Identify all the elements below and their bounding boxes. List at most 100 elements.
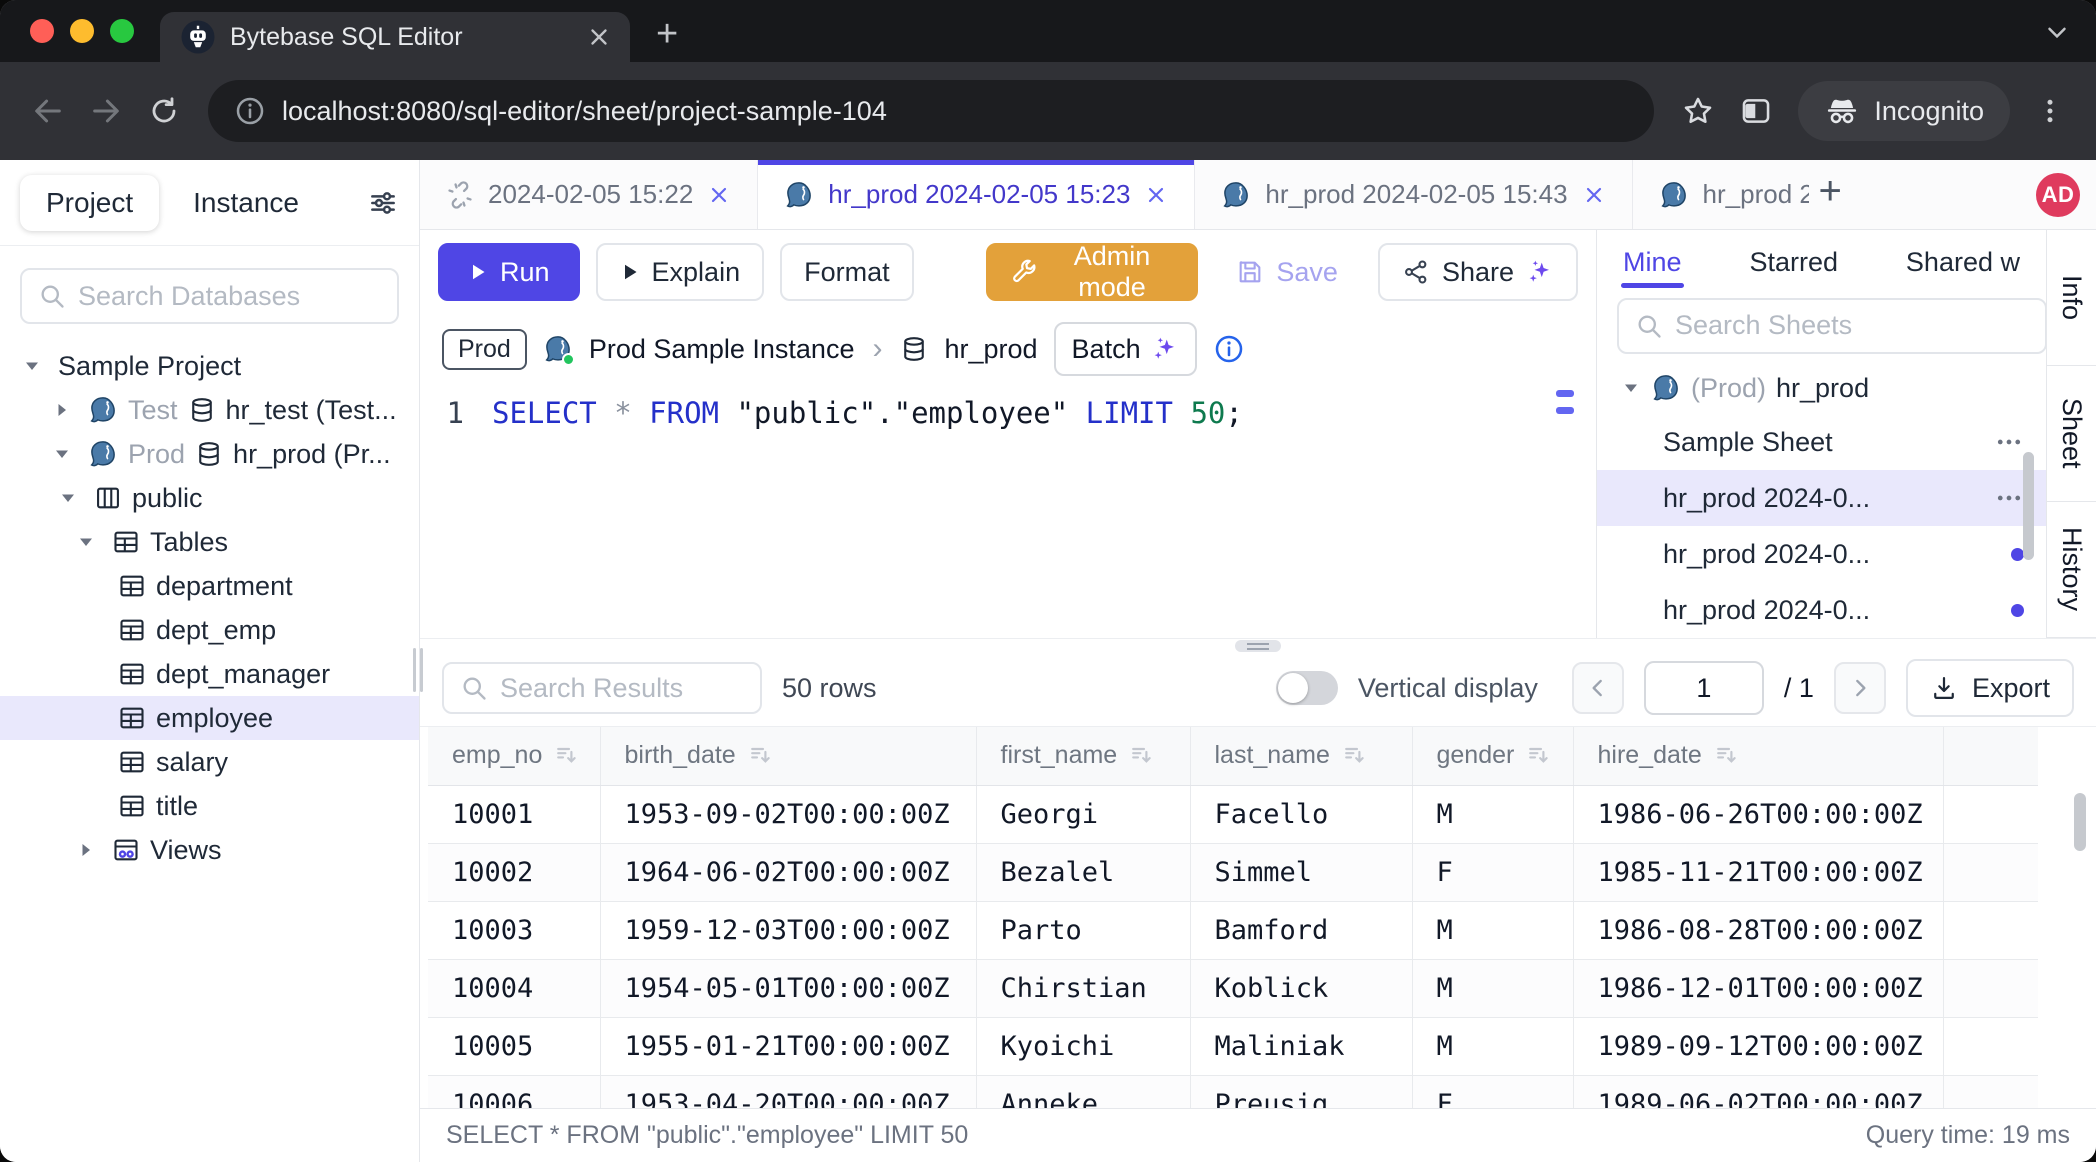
table-cell[interactable]: 10005 <box>428 1017 600 1075</box>
editor-tab[interactable]: 2024-02-05 15:22 <box>420 160 758 229</box>
sidebar-table-title[interactable]: title <box>0 784 419 828</box>
url-text[interactable]: localhost:8080/sql-editor/sheet/project-… <box>282 96 887 127</box>
ellipsis-menu-icon[interactable] <box>1994 483 2024 513</box>
editor-tab[interactable]: hr_prod 2024-02-05 15:23 <box>758 160 1195 229</box>
sheet-search[interactable] <box>1617 298 2046 354</box>
table-row[interactable]: 100031959-12-03T00:00:00ZPartoBamfordM19… <box>428 901 2038 959</box>
page-info-icon[interactable] <box>234 95 266 127</box>
column-header-last_name[interactable]: last_name <box>1190 727 1412 785</box>
batch-button[interactable]: Batch <box>1054 322 1197 376</box>
table-cell[interactable]: Bamford <box>1190 901 1412 959</box>
address-bar[interactable]: localhost:8080/sql-editor/sheet/project-… <box>208 80 1654 142</box>
sql-code[interactable]: SELECT * FROM "public"."employee" LIMIT … <box>492 396 1243 430</box>
results-search[interactable] <box>442 662 762 714</box>
browser-menu-icon[interactable] <box>2028 96 2072 126</box>
table-cell[interactable]: 1953-09-02T00:00:00Z <box>600 785 976 843</box>
tab-mine[interactable]: Mine <box>1621 237 1684 288</box>
prev-page-button[interactable] <box>1572 662 1624 714</box>
table-cell[interactable]: Parto <box>976 901 1190 959</box>
sort-icon[interactable] <box>1342 743 1366 767</box>
table-cell[interactable]: 1986-08-28T00:00:00Z <box>1573 901 1943 959</box>
sort-icon[interactable] <box>748 743 772 767</box>
table-cell[interactable]: Anneke <box>976 1075 1190 1108</box>
tree-database-test[interactable]: Test hr_test (Test... <box>0 388 419 432</box>
splitter-handle[interactable] <box>1235 640 1281 652</box>
forward-button[interactable] <box>82 87 130 135</box>
sidebar-table-dept_manager[interactable]: dept_manager <box>0 652 419 696</box>
table-cell[interactable]: M <box>1412 785 1573 843</box>
instance-name[interactable]: Prod Sample Instance <box>589 334 855 365</box>
results-scrollbar[interactable] <box>2074 793 2086 851</box>
column-header-first_name[interactable]: first_name <box>976 727 1190 785</box>
caret-right-icon[interactable] <box>52 400 78 420</box>
caret-down-icon[interactable] <box>76 532 102 552</box>
sidebar-table-department[interactable]: department <box>0 564 419 608</box>
table-cell[interactable]: M <box>1412 959 1573 1017</box>
tree-project-row[interactable]: Sample Project <box>0 344 419 388</box>
sort-icon[interactable] <box>1714 743 1738 767</box>
table-cell[interactable]: F <box>1412 843 1573 901</box>
close-window-button[interactable] <box>30 19 54 43</box>
sql-editor[interactable]: 1 SELECT * FROM "public"."employee" LIMI… <box>420 384 1596 638</box>
table-cell[interactable]: 10006 <box>428 1075 600 1108</box>
tree-tables-group[interactable]: Tables <box>0 520 419 564</box>
sheet-group[interactable]: (Prod) hr_prod <box>1597 362 2046 414</box>
side-panel-icon[interactable] <box>1732 87 1780 135</box>
table-cell[interactable]: 1989-09-12T00:00:00Z <box>1573 1017 1943 1075</box>
column-header-birth_date[interactable]: birth_date <box>600 727 976 785</box>
table-cell[interactable]: 10004 <box>428 959 600 1017</box>
close-tab-icon[interactable] <box>707 182 731 208</box>
table-cell[interactable]: Kyoichi <box>976 1017 1190 1075</box>
caret-down-icon[interactable] <box>52 444 78 464</box>
vertical-display-toggle[interactable] <box>1276 671 1338 705</box>
sheet-search-input[interactable] <box>1675 310 2029 341</box>
sidebar-table-dept_emp[interactable]: dept_emp <box>0 608 419 652</box>
caret-down-icon[interactable] <box>22 356 48 376</box>
rail-tab-info[interactable]: Info <box>2047 230 2096 366</box>
rail-tab-history[interactable]: History <box>2047 502 2096 638</box>
tree-schema-public[interactable]: public <box>0 476 419 520</box>
database-name[interactable]: hr_prod <box>944 334 1037 365</box>
close-tab-icon[interactable] <box>1582 182 1606 208</box>
table-cell[interactable]: 1954-05-01T00:00:00Z <box>600 959 976 1017</box>
table-cell[interactable]: 10001 <box>428 785 600 843</box>
table-cell[interactable]: 1959-12-03T00:00:00Z <box>600 901 976 959</box>
sort-icon[interactable] <box>1526 743 1550 767</box>
format-button[interactable]: Format <box>780 243 914 301</box>
results-search-input[interactable] <box>500 673 744 704</box>
table-cell[interactable]: 1953-04-20T00:00:00Z <box>600 1075 976 1108</box>
table-cell[interactable]: Facello <box>1190 785 1412 843</box>
sort-icon[interactable] <box>554 743 578 767</box>
table-cell[interactable]: 1964-06-02T00:00:00Z <box>600 843 976 901</box>
window-controls[interactable] <box>0 0 160 62</box>
new-tab-button[interactable]: + <box>656 13 678 62</box>
info-icon[interactable] <box>1213 333 1245 365</box>
results-table[interactable]: emp_nobirth_datefirst_namelast_namegende… <box>428 727 2038 1108</box>
share-button[interactable]: Share <box>1378 243 1578 301</box>
table-cell[interactable]: 1985-11-21T00:00:00Z <box>1573 843 1943 901</box>
minimize-window-button[interactable] <box>70 19 94 43</box>
table-cell[interactable]: 1989-06-02T00:00:00Z <box>1573 1075 1943 1108</box>
zoom-window-button[interactable] <box>110 19 134 43</box>
table-cell[interactable]: Georgi <box>976 785 1190 843</box>
sheet-panel-scrollbar[interactable] <box>2023 452 2034 560</box>
table-cell[interactable]: 1986-06-26T00:00:00Z <box>1573 785 1943 843</box>
caret-down-icon[interactable] <box>1621 378 1641 398</box>
close-tab-icon[interactable] <box>586 24 612 50</box>
table-cell[interactable]: 1986-12-01T00:00:00Z <box>1573 959 1943 1017</box>
close-tab-icon[interactable] <box>1144 182 1168 208</box>
browser-tab[interactable]: Bytebase SQL Editor <box>160 12 630 62</box>
ellipsis-menu-icon[interactable] <box>1994 427 2024 457</box>
table-row[interactable]: 100021964-06-02T00:00:00ZBezalelSimmelF1… <box>428 843 2038 901</box>
editor-tab[interactable]: hr_prod 2024-0 <box>1633 160 1809 229</box>
bookmark-star-icon[interactable] <box>1674 87 1722 135</box>
tab-starred[interactable]: Starred <box>1747 237 1840 288</box>
table-cell[interactable]: Koblick <box>1190 959 1412 1017</box>
table-cell[interactable]: Chirstian <box>976 959 1190 1017</box>
caret-down-icon[interactable] <box>58 488 84 508</box>
sheet-item[interactable]: Sample Sheet <box>1597 414 2046 470</box>
tab-instance[interactable]: Instance <box>167 175 325 231</box>
column-header-emp_no[interactable]: emp_no <box>428 727 600 785</box>
table-cell[interactable]: 10002 <box>428 843 600 901</box>
table-cell[interactable]: F <box>1412 1075 1573 1108</box>
